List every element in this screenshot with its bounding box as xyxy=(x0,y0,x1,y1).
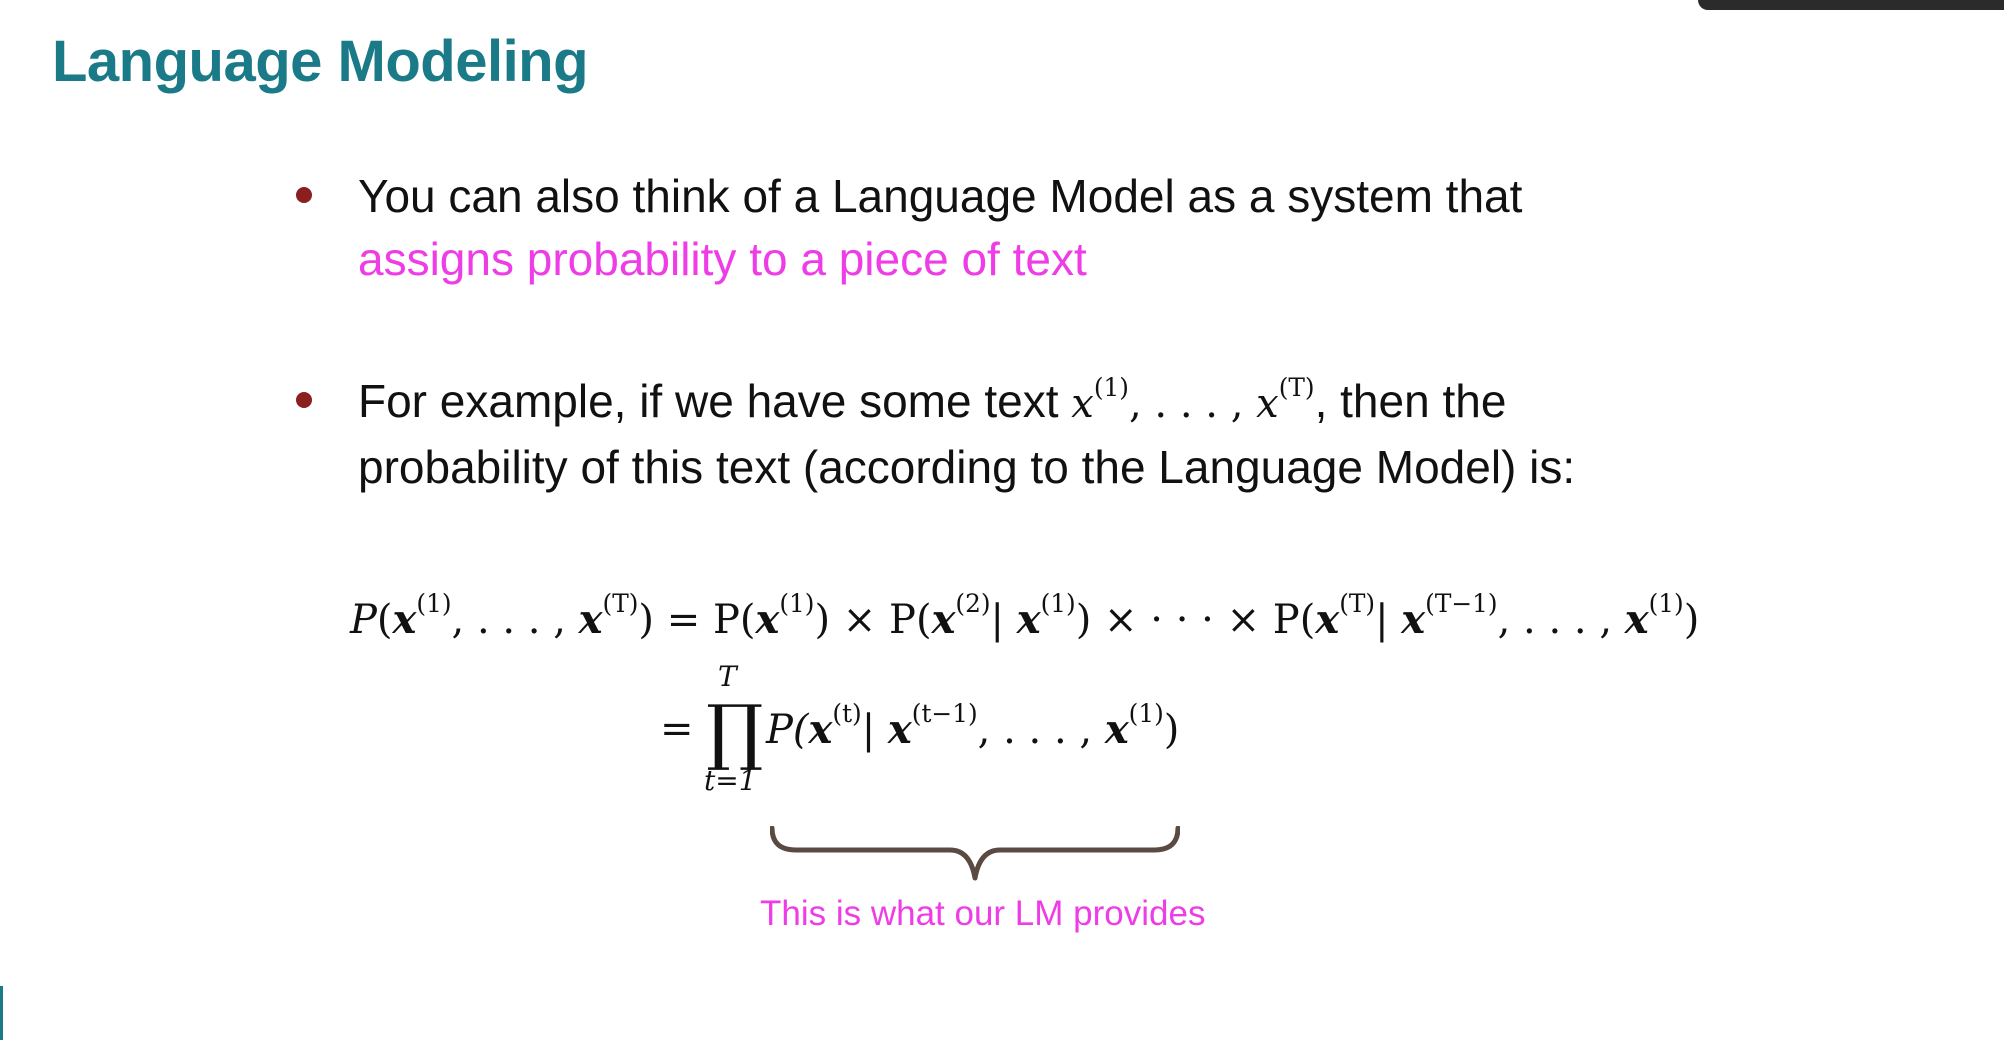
product-lower-limit: t=1 xyxy=(704,764,757,797)
bullet-1-text: You can also think of a Language Model a… xyxy=(358,170,1523,222)
equation-line-2: P(x(t)| x(t−1), . . . , x(1)) xyxy=(766,698,1180,753)
bullet-dot xyxy=(296,392,312,408)
bullet-2-text-after: , then the xyxy=(1314,375,1507,427)
equation-line-1: P(x(1), . . . , x(T)) = P(x(1)) × P(x(2)… xyxy=(350,588,1700,643)
bullet-1: You can also think of a Language Model a… xyxy=(296,165,1738,291)
bullet-2-text-before: For example, if we have some text xyxy=(358,375,1059,427)
underbrace-icon xyxy=(770,826,1180,881)
bullet-2: For example, if we have some text x(1), … xyxy=(296,370,1738,499)
slide-title: Language Modeling xyxy=(52,29,589,94)
slide-left-accent xyxy=(0,986,3,1040)
bullet-dot xyxy=(296,187,312,203)
bullet-1-highlight: assigns probability to a piece of text xyxy=(358,233,1087,285)
bullet-2-line2: probability of this text (according to t… xyxy=(358,441,1576,493)
window-top-bar xyxy=(1698,0,2004,10)
inline-math-sequence: x(1), . . . , x(T) xyxy=(1071,372,1315,427)
brace-caption: This is what our LM provides xyxy=(760,894,1206,933)
product-symbol: ∏ xyxy=(706,689,764,773)
equation-equals: = xyxy=(660,706,694,752)
